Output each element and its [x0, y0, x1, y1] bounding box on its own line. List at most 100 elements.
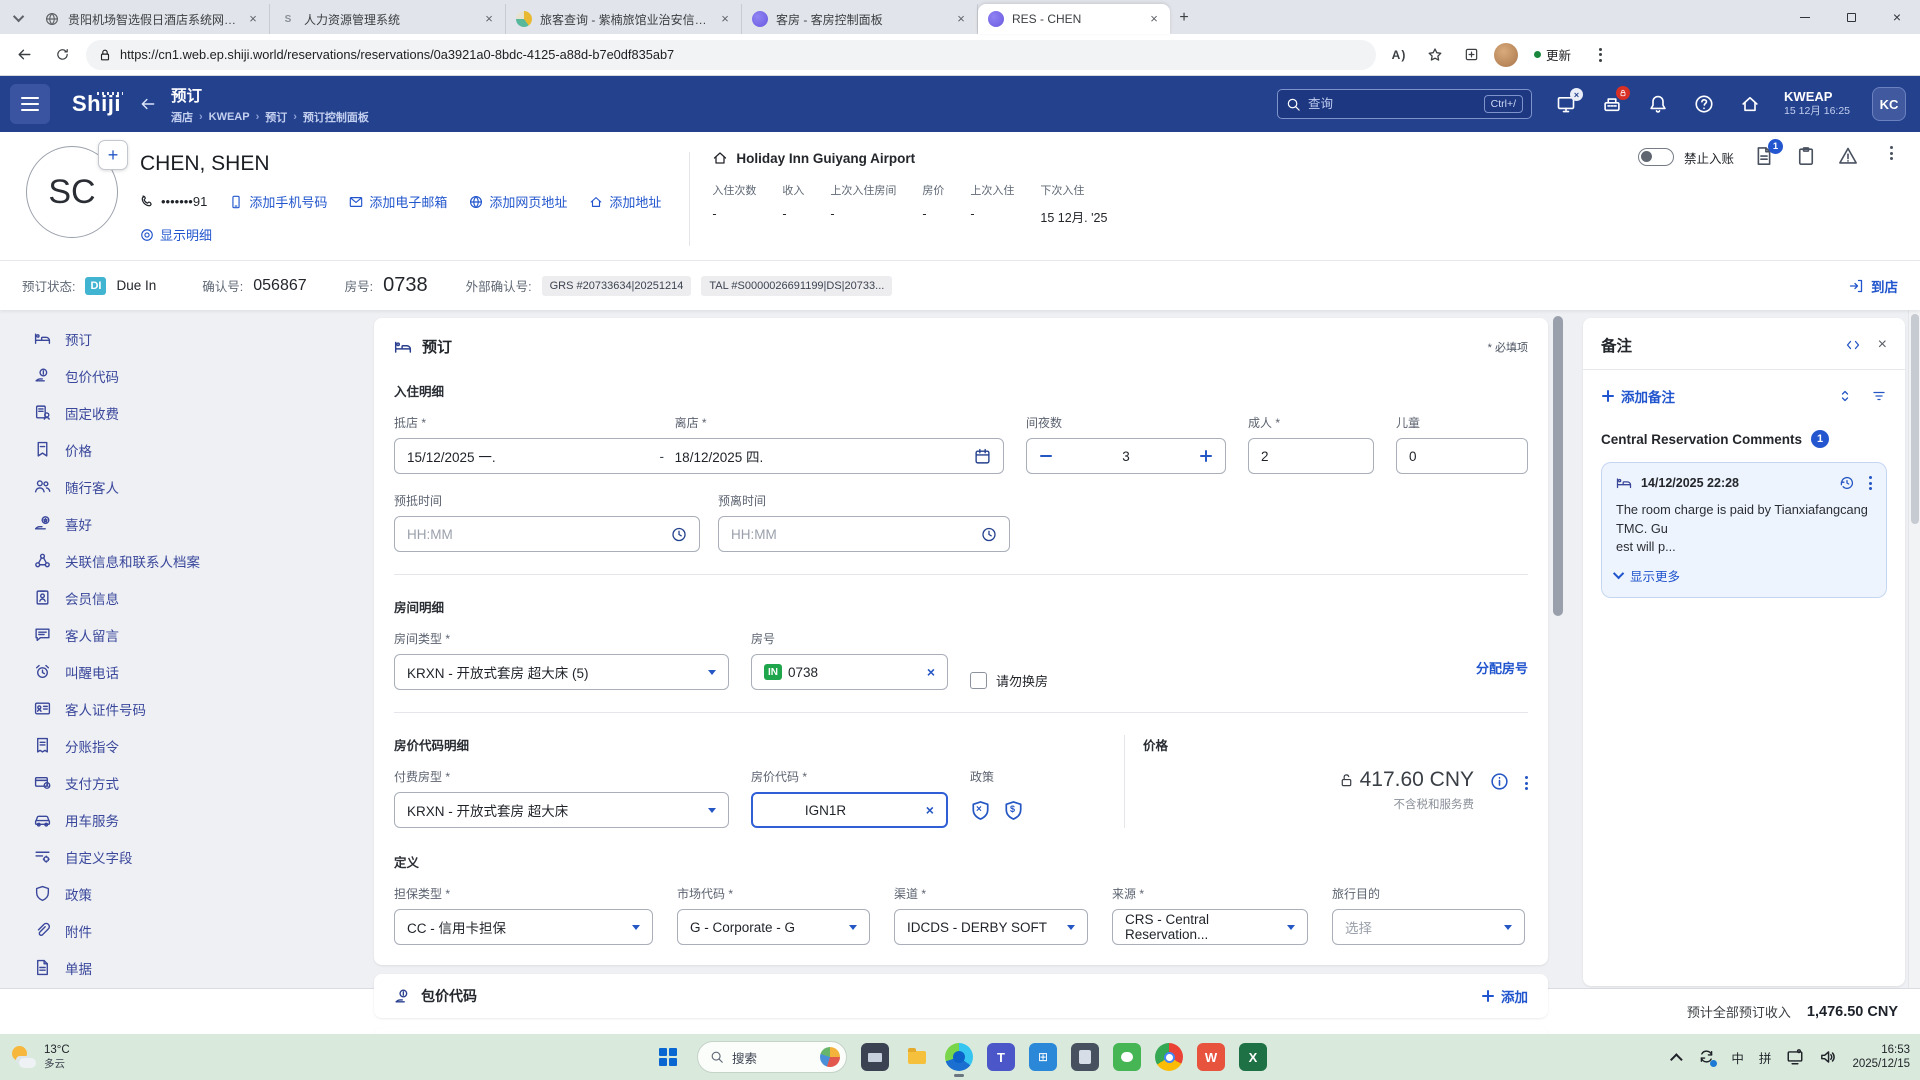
taskbar-app-desktop[interactable] [861, 1043, 889, 1071]
sync-icon[interactable] [1698, 1048, 1718, 1067]
show-details-link[interactable]: 显示明细 [140, 225, 212, 244]
rate-room-type-dropdown[interactable]: KRXN - 开放式套房 超大床 [394, 792, 729, 828]
add-website-link[interactable]: 添加网页地址 [469, 192, 567, 211]
hamburger-menu-icon[interactable] [10, 84, 50, 124]
children-input[interactable]: 0 [1396, 438, 1528, 474]
sort-icon[interactable] [1837, 388, 1853, 404]
tab-close-icon[interactable]: × [245, 11, 261, 27]
history-icon[interactable] [1839, 475, 1855, 491]
window-minimize-button[interactable] [1782, 0, 1828, 34]
taskbar-app-chrome[interactable] [1155, 1043, 1183, 1071]
guarantee-dropdown[interactable]: CC - 信用卡担保 [394, 909, 653, 945]
taskbar-app-file-explorer[interactable] [903, 1043, 931, 1071]
nights-minus-button[interactable] [1037, 447, 1055, 465]
tab-close-icon[interactable]: × [481, 11, 497, 27]
cashier-icon[interactable] [1600, 86, 1631, 116]
channel-dropdown[interactable]: IDCDS - DERBY SOFT [894, 909, 1088, 945]
sidebar-item-guest-messages[interactable]: 客人留言 [0, 616, 372, 653]
add-note-button[interactable]: 添加备注 [1601, 386, 1675, 406]
external-tag-tal[interactable]: TAL #S0000026691199|DS|20733... [701, 275, 893, 296]
taskbar-app-edge[interactable] [945, 1043, 973, 1077]
breadcrumb-item[interactable]: 预订控制面板 [303, 109, 369, 125]
sidebar-item-custom-fields[interactable]: 自定义字段 [0, 838, 372, 875]
browser-tab-active[interactable]: RES - CHEN × [978, 4, 1170, 34]
price-menu-icon[interactable] [1525, 776, 1528, 790]
read-aloud-icon[interactable]: A) [1386, 42, 1412, 68]
volume-icon[interactable] [1819, 1048, 1837, 1066]
property-block[interactable]: KWEAP 15 12月 16:25 [1784, 89, 1850, 118]
sidebar-item-documents[interactable]: 单据 [0, 949, 372, 986]
ime-language-indicator[interactable]: 中 [1731, 1048, 1744, 1067]
new-tab-button[interactable]: + [1170, 4, 1198, 32]
browser-tab[interactable]: 旅客查询 - 紫楠旅馆业治安信息管 × [506, 4, 742, 34]
address-bar[interactable]: https://cn1.web.ep.shiji.world/reservati… [86, 39, 1376, 70]
taskbar-app-teams[interactable]: T [987, 1043, 1015, 1071]
eta-input[interactable] [394, 516, 700, 552]
nights-plus-button[interactable] [1197, 447, 1215, 465]
sidebar-item-transportation[interactable]: 用车服务 [0, 801, 372, 838]
no-post-toggle[interactable] [1637, 148, 1674, 166]
search-input[interactable] [1308, 97, 1477, 111]
eta-time-field[interactable] [407, 526, 671, 542]
notes-icon[interactable]: 1 [1754, 139, 1783, 168]
guest-menu-icon[interactable] [1880, 146, 1902, 168]
sidebar-item-linked-profiles[interactable]: 关联信息和联系人档案 [0, 542, 372, 579]
taskbar-app-wps[interactable]: W [1197, 1043, 1225, 1071]
price-info-icon[interactable] [1490, 772, 1509, 791]
browser-tab[interactable]: 客房 - 客房控制面板 × [742, 4, 978, 34]
taskbar-search[interactable]: 搜索 [697, 1041, 847, 1073]
clear-room-icon[interactable]: × [927, 664, 935, 680]
browser-menu-icon[interactable] [1587, 42, 1613, 68]
sidebar-item-fixed-charges[interactable]: 固定收费 [0, 394, 372, 431]
help-icon[interactable] [1692, 92, 1716, 116]
no-move-checkbox-row[interactable]: 请勿换房 [970, 671, 1048, 690]
date-range-input[interactable]: 15/12/2025 一. - 18/12/2025 四. [394, 438, 1004, 474]
favorite-star-icon[interactable] [1422, 42, 1448, 68]
main-scrollbar[interactable] [1553, 316, 1563, 976]
browser-update-button[interactable]: 更新 [1528, 42, 1577, 67]
external-tag-grs[interactable]: GRS #20733634|20251214 [541, 275, 692, 296]
clock-icon[interactable] [981, 526, 997, 543]
deposit-policy-shield-icon[interactable]: $ [1003, 800, 1024, 821]
sidebar-item-wakeup-calls[interactable]: 叫醒电话 [0, 653, 372, 690]
taskbar-clock[interactable]: 16:53 2025/12/15 [1852, 1043, 1910, 1072]
scrollbar-thumb[interactable] [1910, 314, 1919, 524]
source-dropdown[interactable]: CRS - Central Reservation... [1112, 909, 1308, 945]
collections-icon[interactable] [1458, 42, 1484, 68]
sidebar-item-routing[interactable]: 分账指令 [0, 727, 372, 764]
global-search-input[interactable]: Ctrl+/ [1277, 89, 1533, 119]
breadcrumb-item[interactable]: 酒店 [171, 109, 193, 125]
sidebar-item-payment-methods[interactable]: 支付方式 [0, 764, 372, 801]
room-no-input[interactable]: IN 0738 × [751, 654, 948, 690]
add-address-link[interactable]: 添加地址 [589, 192, 661, 211]
scrollbar-thumb[interactable] [1553, 316, 1563, 616]
nights-value[interactable]: 3 [1122, 449, 1130, 464]
note-card[interactable]: 14/12/2025 22:28 The room charge is paid… [1601, 462, 1887, 598]
market-dropdown[interactable]: G - Corporate - G [677, 909, 870, 945]
user-avatar[interactable]: KC [1872, 87, 1906, 121]
breadcrumb-item[interactable]: 预订 [265, 109, 287, 125]
clear-rate-code-icon[interactable]: × [926, 802, 934, 818]
taskbar-app-calculator[interactable] [1071, 1043, 1099, 1071]
clock-icon[interactable] [671, 526, 687, 543]
browser-refresh-button[interactable] [48, 41, 76, 69]
window-maximize-button[interactable] [1828, 0, 1874, 34]
rate-code-input[interactable]: IGN1R × [751, 792, 948, 828]
sidebar-item-policies[interactable]: 政策 [0, 875, 372, 912]
taskbar-app-wechat[interactable] [1113, 1043, 1141, 1071]
purpose-dropdown[interactable]: 选择 [1332, 909, 1525, 945]
sidebar-item-reservation[interactable]: 预订 [0, 320, 372, 357]
sidebar-item-membership[interactable]: 会员信息 [0, 579, 372, 616]
note-menu-icon[interactable] [1869, 476, 1872, 490]
add-profile-button[interactable]: + [98, 140, 128, 170]
sidebar-item-preferences[interactable]: 喜好 [0, 505, 372, 542]
home-icon[interactable] [1738, 92, 1762, 116]
notifications-bell-icon[interactable] [1646, 92, 1670, 116]
page-scrollbar[interactable] [1908, 310, 1920, 988]
ime-mode-indicator[interactable]: 拼 [1759, 1048, 1772, 1067]
adults-input[interactable]: 2 [1248, 438, 1374, 474]
add-email-link[interactable]: 添加电子邮箱 [349, 192, 447, 211]
warning-icon[interactable] [1838, 146, 1860, 168]
filter-icon[interactable] [1871, 388, 1887, 404]
tray-expand-icon[interactable] [1670, 1052, 1684, 1066]
